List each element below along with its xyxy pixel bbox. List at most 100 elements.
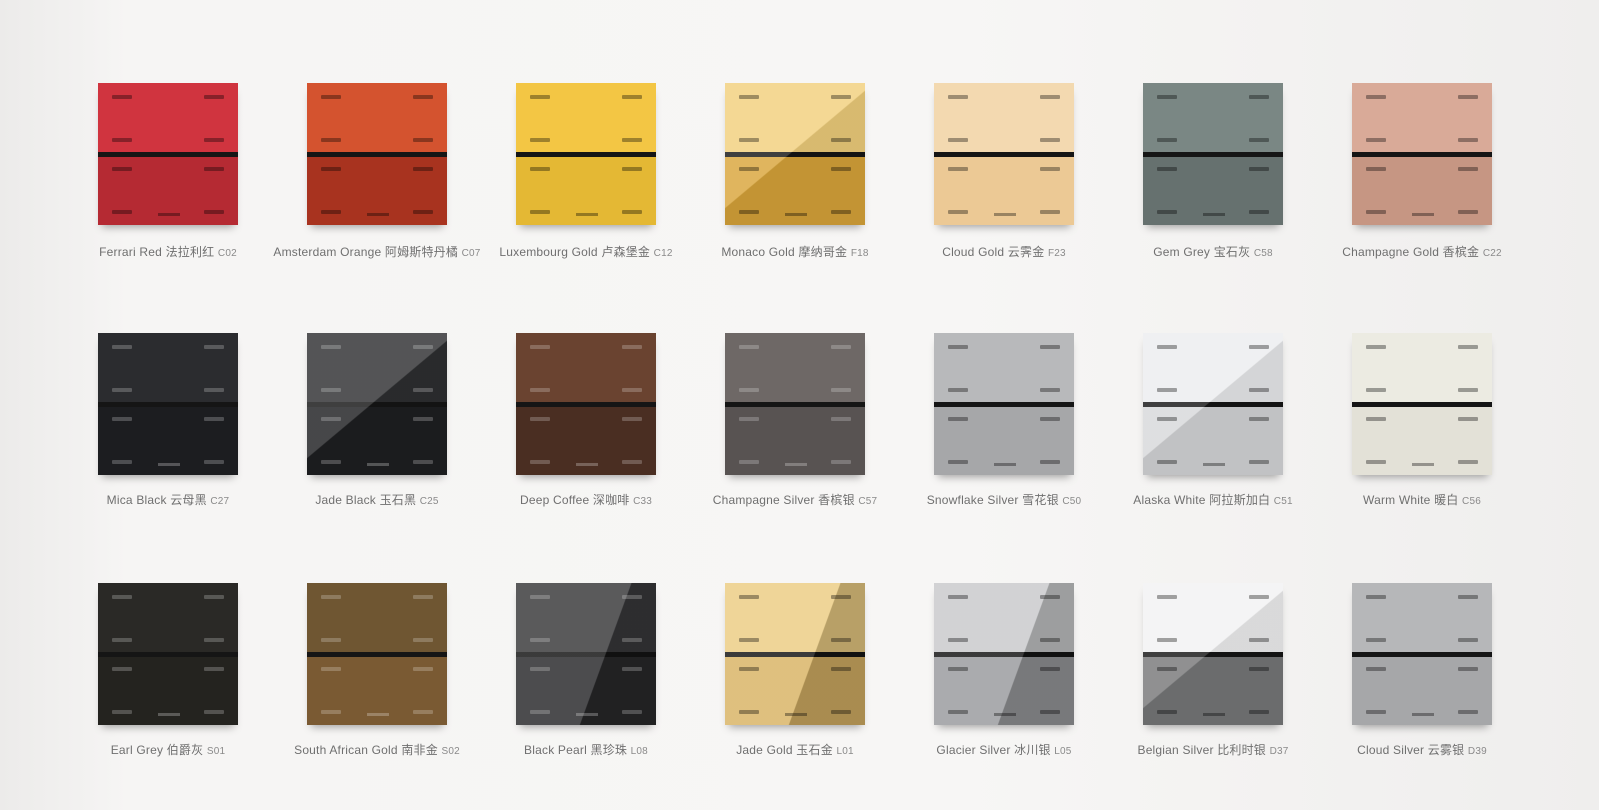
switch-label-mark (1249, 710, 1269, 714)
switch-label-mark (1249, 417, 1269, 421)
switch-label-mark (739, 710, 759, 714)
swatch-caption: Mica Black 云母黑 C27 (53, 491, 283, 508)
switch-label-mark (1458, 417, 1478, 421)
swatch-code: L08 (630, 746, 648, 757)
switch-label-mark (1458, 167, 1478, 171)
switch-label-mark (948, 638, 968, 642)
panel-divider (98, 152, 238, 157)
upper-panel (1352, 333, 1492, 403)
switch-label-mark (1157, 460, 1177, 464)
brand-logo (1203, 713, 1225, 716)
swatch-monaco-gold[interactable] (725, 83, 865, 225)
upper-panel (934, 333, 1074, 403)
swatch-cloud-gold[interactable] (934, 83, 1074, 225)
switch-label-mark (739, 210, 759, 214)
switch-label-mark (1157, 638, 1177, 642)
switch-label-mark (1040, 667, 1060, 671)
switch-label-mark (112, 667, 132, 671)
panel-divider (516, 152, 656, 157)
switch-label-mark (204, 417, 224, 421)
swatch-snowflake-silver[interactable] (934, 333, 1074, 475)
switch-label-mark (831, 95, 851, 99)
swatch-jade-gold[interactable] (725, 583, 865, 725)
switch-label-mark (1249, 210, 1269, 214)
switch-label-mark (739, 95, 759, 99)
swatch-chinese-name: 比利时银 (1217, 743, 1267, 757)
switch-label-mark (413, 95, 433, 99)
swatch-code: D37 (1269, 746, 1289, 757)
upper-panel (1352, 83, 1492, 153)
swatch-chinese-name: 玉石黑 (379, 493, 417, 507)
swatch-chinese-name: 法拉利红 (165, 245, 215, 259)
swatch-name: Gem Grey (1153, 245, 1211, 259)
swatch-jade-black[interactable] (307, 333, 447, 475)
swatch-name: Cloud Silver (1357, 743, 1425, 757)
swatch-south-african-gold[interactable] (307, 583, 447, 725)
switch-label-mark (112, 345, 132, 349)
swatch-caption: Champagne Gold 香槟金 C22 (1307, 243, 1537, 260)
swatch-amsterdam-orange[interactable] (307, 83, 447, 225)
switch-label-mark (1040, 345, 1060, 349)
swatch-gem-grey[interactable] (1143, 83, 1283, 225)
panel-divider (1143, 652, 1283, 657)
switch-label-mark (530, 138, 550, 142)
panel-divider (725, 402, 865, 407)
switch-label-mark (530, 710, 550, 714)
swatch-chinese-name: 玉石金 (796, 743, 833, 757)
switch-label-mark (1249, 388, 1269, 392)
switch-label-mark (204, 638, 224, 642)
switch-label-mark (948, 710, 968, 714)
switch-label-mark (204, 710, 224, 714)
switch-label-mark (530, 595, 550, 599)
swatch-glacier-silver[interactable] (934, 583, 1074, 725)
swatch-name: Deep Coffee (519, 493, 590, 507)
switch-label-mark (321, 167, 341, 171)
switch-label-mark (413, 667, 433, 671)
switch-label-mark (622, 345, 642, 349)
swatch-cloud-silver[interactable] (1352, 583, 1492, 725)
swatch-caption: Deep Coffee 深咖啡 C33 (471, 491, 701, 508)
switch-label-mark (1366, 638, 1386, 642)
panel-divider (1352, 652, 1492, 657)
switch-label-mark (1366, 595, 1386, 599)
swatch-earl-grey[interactable] (98, 583, 238, 725)
swatch-alaska-white[interactable] (1143, 333, 1283, 475)
switch-label-mark (413, 210, 433, 214)
switch-label-mark (112, 138, 132, 142)
panel-divider (934, 402, 1074, 407)
swatch-belgian-silver[interactable] (1143, 583, 1283, 725)
brand-logo (158, 713, 180, 716)
switch-label-mark (530, 167, 550, 171)
switch-label-mark (622, 138, 642, 142)
switch-label-mark (112, 595, 132, 599)
brand-logo (367, 713, 389, 716)
swatch-black-pearl[interactable] (516, 583, 656, 725)
switch-label-mark (1040, 417, 1060, 421)
swatch-name: Warm White (1362, 493, 1431, 507)
swatch-champagne-silver[interactable] (725, 333, 865, 475)
swatch-warm-white[interactable] (1352, 333, 1492, 475)
switch-label-mark (1366, 460, 1386, 464)
switch-label-mark (1157, 388, 1177, 392)
switch-label-mark (204, 595, 224, 599)
swatch-luxembourg-gold[interactable] (516, 83, 656, 225)
panel-divider (1352, 402, 1492, 407)
swatch-chinese-name: 阿拉斯加白 (1209, 493, 1271, 507)
swatch-caption: Black Pearl 黑珍珠 L08 (471, 741, 701, 758)
swatch-caption: Amsterdam Orange 阿姆斯特丹橘 C07 (262, 243, 492, 260)
swatch-mica-black[interactable] (98, 333, 238, 475)
swatch-ferrari-red[interactable] (98, 83, 238, 225)
upper-panel (934, 583, 1074, 653)
swatch-deep-coffee[interactable] (516, 333, 656, 475)
brand-logo (785, 713, 807, 716)
upper-panel (1143, 583, 1283, 653)
panel-divider (307, 152, 447, 157)
switch-label-mark (1040, 638, 1060, 642)
switch-label-mark (1249, 345, 1269, 349)
switch-label-mark (413, 138, 433, 142)
swatch-champagne-gold[interactable] (1352, 83, 1492, 225)
switch-label-mark (739, 638, 759, 642)
switch-label-mark (1249, 638, 1269, 642)
switch-label-mark (413, 388, 433, 392)
switch-label-mark (1366, 210, 1386, 214)
